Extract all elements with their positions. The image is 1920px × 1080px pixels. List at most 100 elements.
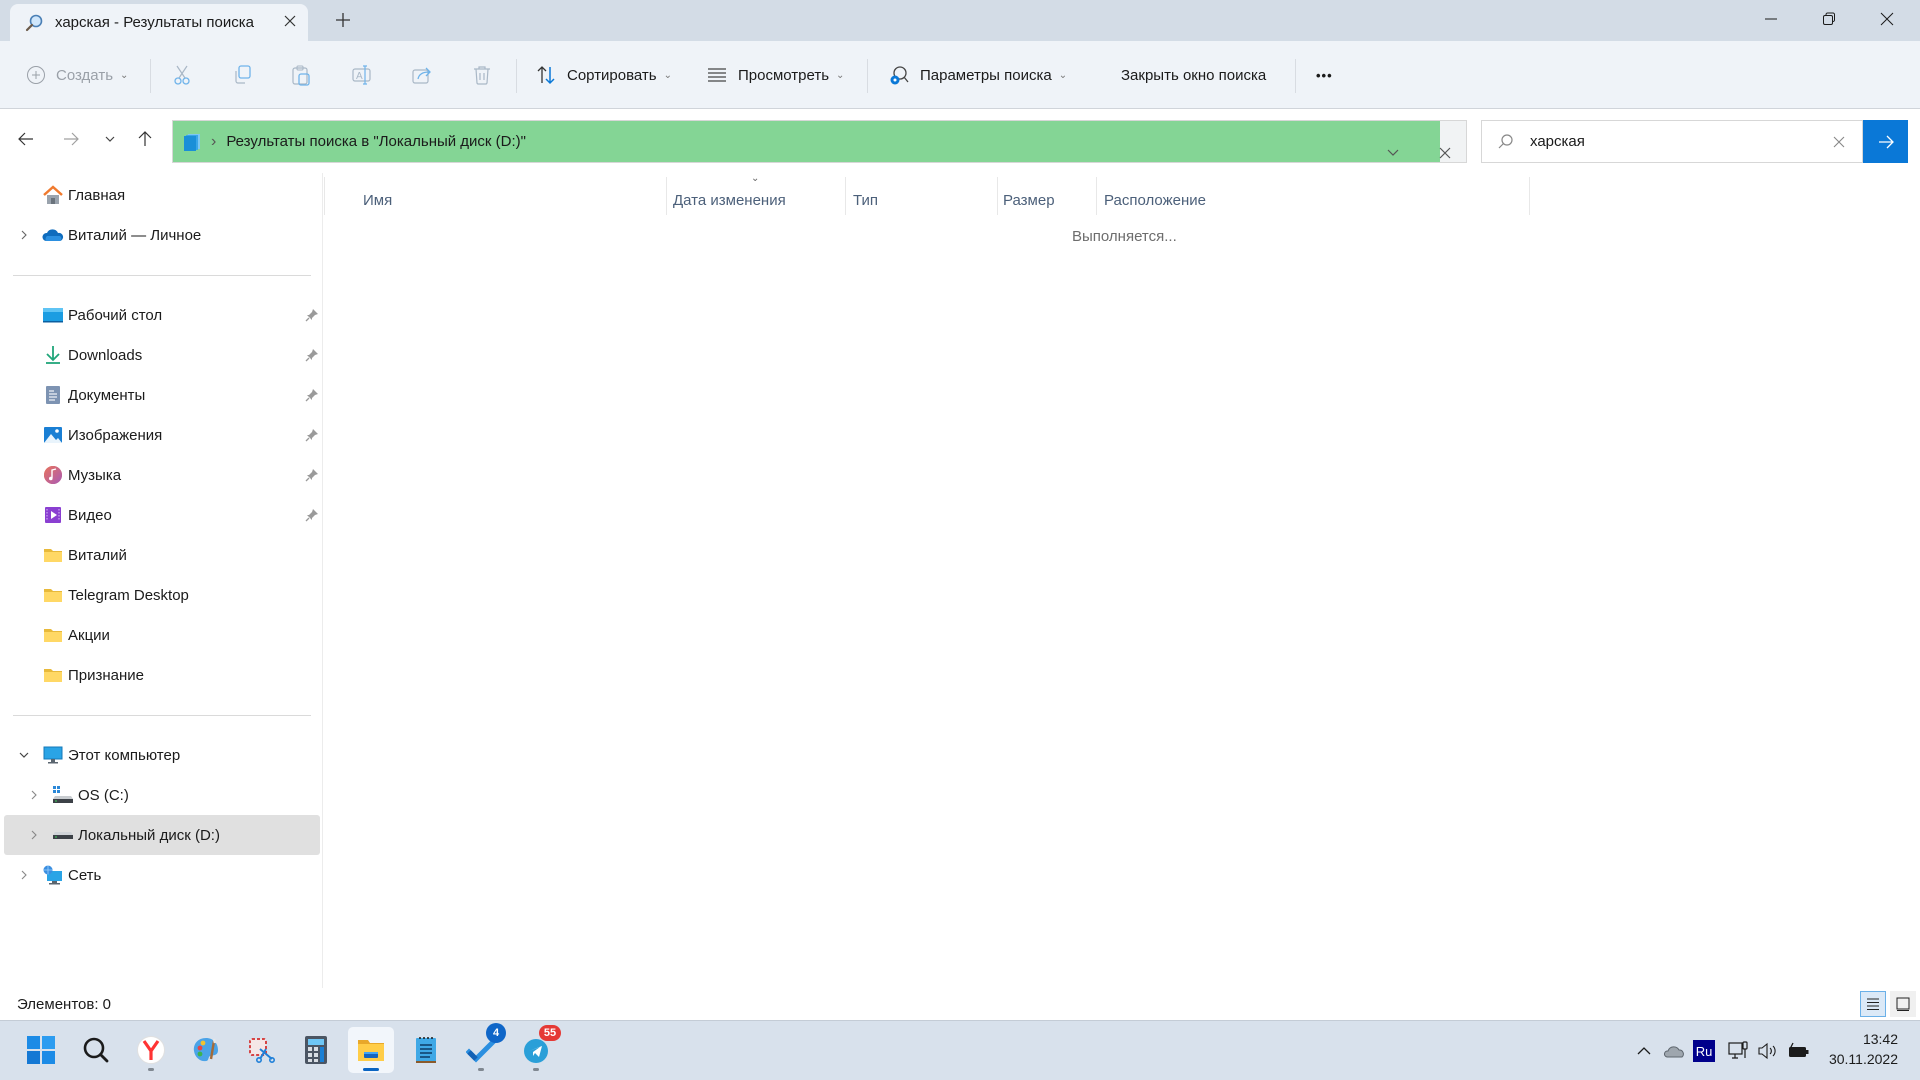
sidebar-item-videos[interactable]: Видео — [4, 495, 320, 535]
minimize-button[interactable] — [1742, 0, 1800, 38]
tab-close-button[interactable] — [278, 10, 302, 34]
running-indicator — [148, 1068, 154, 1071]
sidebar-item-label: Документы — [68, 386, 146, 404]
new-tab-button[interactable] — [330, 8, 356, 34]
recent-locations-button[interactable] — [92, 121, 128, 157]
column-divider[interactable] — [666, 177, 667, 215]
copy-button[interactable] — [230, 63, 254, 87]
more-options-button[interactable]: ••• — [1316, 59, 1333, 91]
clock-date: 30.11.2022 — [1828, 1051, 1898, 1067]
show-hidden-icons-button[interactable] — [1634, 1039, 1654, 1063]
create-button[interactable]: Создать ⌄ — [26, 59, 128, 91]
search-icon — [1498, 134, 1513, 149]
search-input[interactable] — [1530, 121, 1820, 162]
stop-search-button[interactable] — [1433, 143, 1457, 162]
address-bar[interactable]: › Результаты поиска в "Локальный диск (D… — [172, 120, 1467, 163]
sidebar-item-onedrive[interactable]: Виталий — Личное — [4, 215, 320, 255]
sort-button[interactable]: Сортировать ⌄ — [535, 59, 672, 91]
column-header-location[interactable]: Расположение — [1104, 182, 1524, 218]
sidebar-item-folder-vitaliy[interactable]: Виталий — [4, 535, 320, 575]
sidebar-item-label: Главная — [68, 186, 126, 204]
sidebar-item-music[interactable]: Музыка — [4, 455, 320, 495]
sidebar-item-drive-c[interactable]: OS (C:) — [4, 775, 320, 815]
chevron-right-icon[interactable] — [16, 867, 32, 883]
chevron-down-icon[interactable] — [16, 747, 32, 763]
folder-icon — [44, 589, 62, 602]
close-window-button[interactable] — [1858, 0, 1916, 38]
breadcrumb-path[interactable]: Результаты поиска в "Локальный диск (D:)… — [226, 133, 526, 150]
sidebar-item-home[interactable]: Главная — [4, 175, 320, 215]
sidebar-item-telegram-desktop[interactable]: Telegram Desktop — [4, 575, 320, 615]
taskbar-paint[interactable] — [183, 1027, 229, 1073]
taskbar-todo[interactable]: 4 — [458, 1023, 506, 1073]
sidebar-item-drive-d[interactable]: Локальный диск (D:) — [4, 815, 320, 855]
taskbar-telegram[interactable]: 55 — [513, 1025, 561, 1073]
search-box[interactable] — [1481, 120, 1863, 163]
running-indicator — [533, 1068, 539, 1071]
documents-icon — [46, 386, 60, 404]
taskbar-yandex-browser[interactable] — [128, 1027, 174, 1073]
chevron-right-icon[interactable] — [26, 827, 42, 843]
search-go-button[interactable] — [1863, 120, 1908, 163]
forward-button[interactable] — [53, 121, 89, 157]
close-search-label: Закрыть окно поиска — [1121, 66, 1267, 84]
details-view-button[interactable] — [1860, 991, 1886, 1017]
toolbar-divider — [516, 59, 517, 93]
sidebar-item-label: Акции — [68, 626, 110, 644]
sidebar-item-downloads[interactable]: Downloads — [4, 335, 320, 375]
delete-button[interactable] — [470, 63, 494, 87]
column-divider[interactable] — [1529, 177, 1530, 215]
sidebar-item-this-pc[interactable]: Этот компьютер — [4, 735, 320, 775]
sidebar-item-aktsii[interactable]: Акции — [4, 615, 320, 655]
tab-search-results[interactable]: харская - Результаты поиска — [10, 4, 308, 41]
tray-volume[interactable] — [1756, 1039, 1780, 1063]
taskbar-file-explorer[interactable] — [348, 1027, 394, 1073]
pin-icon[interactable] — [304, 387, 320, 403]
view-button[interactable]: Просмотреть ⌄ — [706, 59, 844, 91]
sidebar-item-desktop[interactable]: Рабочий стол — [4, 295, 320, 335]
address-history-dropdown[interactable] — [1381, 143, 1405, 162]
taskbar-snipping-tool[interactable] — [238, 1027, 284, 1073]
column-header-date-modified[interactable]: Дата изменения — [673, 182, 843, 218]
share-button[interactable] — [410, 63, 434, 87]
chevron-right-icon[interactable] — [26, 787, 42, 803]
column-header-size[interactable]: Размер — [1003, 182, 1093, 218]
close-search-button[interactable]: Закрыть окно поиска — [1121, 59, 1266, 91]
column-header-name[interactable]: Имя — [363, 182, 663, 218]
tray-onedrive[interactable] — [1662, 1039, 1688, 1063]
up-button[interactable] — [127, 121, 163, 157]
chevron-right-icon[interactable] — [16, 227, 32, 243]
language-indicator[interactable]: Ru — [1693, 1040, 1715, 1062]
sidebar-item-network[interactable]: Сеть — [4, 855, 320, 895]
yandex-browser-icon — [137, 1036, 165, 1064]
paste-button[interactable] — [289, 63, 313, 87]
pin-icon[interactable] — [304, 307, 320, 323]
sidebar-item-priznanie[interactable]: Признание — [4, 655, 320, 695]
column-divider[interactable] — [1096, 177, 1097, 215]
large-icons-view-button[interactable] — [1890, 991, 1916, 1017]
sidebar-item-pictures[interactable]: Изображения — [4, 415, 320, 455]
taskbar-calculator[interactable] — [293, 1027, 339, 1073]
clear-search-button[interactable] — [1828, 131, 1850, 153]
details-view-icon — [1867, 998, 1879, 1010]
pin-icon[interactable] — [304, 347, 320, 363]
pin-icon[interactable] — [304, 467, 320, 483]
column-divider[interactable] — [845, 177, 846, 215]
sidebar-item-documents[interactable]: Документы — [4, 375, 320, 415]
pin-icon[interactable] — [304, 507, 320, 523]
back-button[interactable] — [8, 121, 44, 157]
taskbar-search-button[interactable] — [73, 1027, 119, 1073]
restore-button[interactable] — [1800, 0, 1858, 38]
notepad-icon — [416, 1037, 436, 1063]
search-options-button[interactable]: Параметры поиска ⌄ — [888, 59, 1067, 91]
column-divider[interactable] — [997, 177, 998, 215]
pin-icon[interactable] — [304, 427, 320, 443]
taskbar-notepad[interactable] — [403, 1027, 449, 1073]
cut-button[interactable] — [170, 63, 194, 87]
tray-network[interactable] — [1726, 1039, 1752, 1063]
rename-button[interactable]: A — [350, 63, 374, 87]
sort-label: Сортировать — [567, 66, 657, 84]
column-header-type[interactable]: Тип — [853, 182, 993, 218]
tray-battery[interactable] — [1786, 1039, 1812, 1063]
taskbar-start-button[interactable] — [18, 1027, 64, 1073]
